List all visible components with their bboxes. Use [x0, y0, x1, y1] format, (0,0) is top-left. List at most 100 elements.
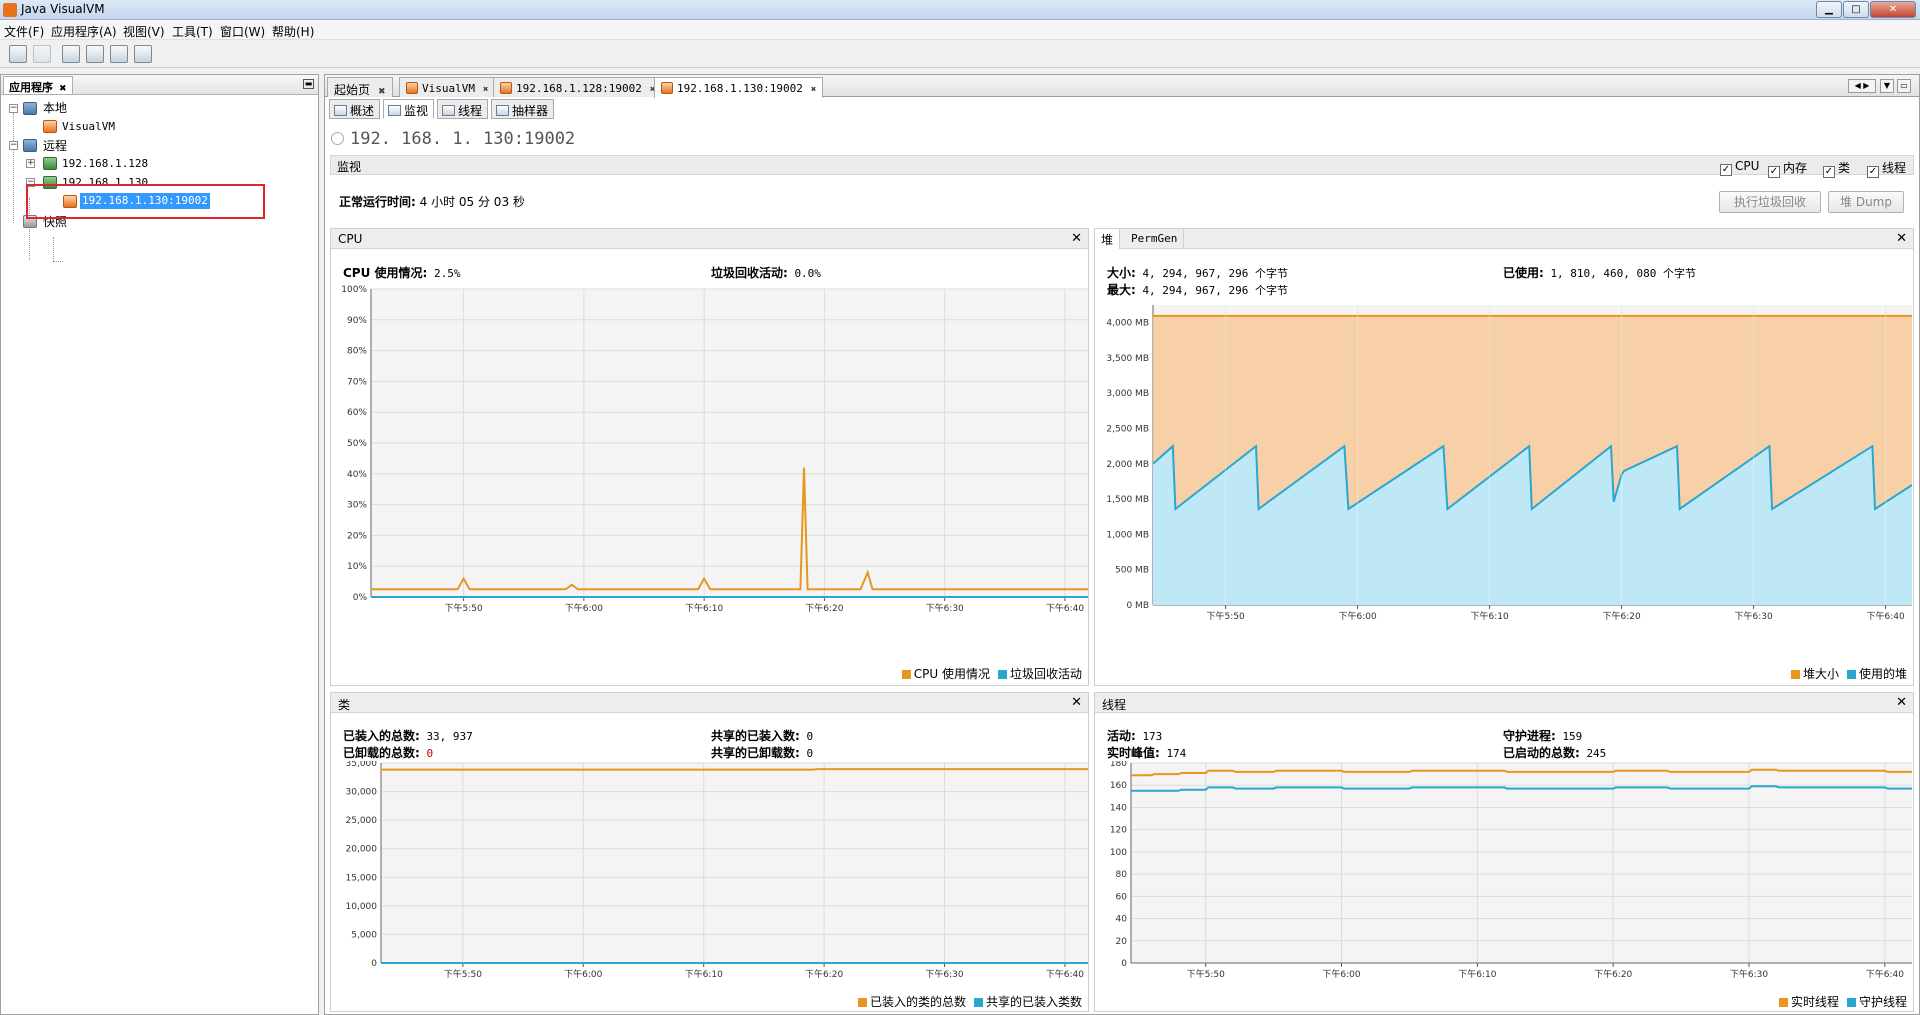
maximize-button[interactable]: □ [1843, 1, 1869, 18]
plot-area [1131, 763, 1912, 963]
add-jmx-connection-icon[interactable] [86, 45, 104, 63]
x-tick-label: 下午6:30 [1734, 610, 1772, 622]
checkbox-cpu[interactable]: ✓ CPU [1720, 159, 1759, 176]
tab-heap[interactable]: 堆 [1095, 229, 1121, 249]
tab-label: 192.168.1.128:19002 [516, 82, 642, 95]
close-tab-icon[interactable]: ✖ [483, 85, 488, 95]
y-tick-label: 60 [1116, 892, 1128, 902]
legend-swatch [857, 998, 867, 1007]
x-tick-label: 下午6:30 [1730, 968, 1768, 980]
close-panel-icon[interactable]: ✕ [1071, 231, 1082, 246]
menu-help[interactable]: 帮助(H) [272, 23, 314, 40]
maximize-panel-icon[interactable]: ▭ [1897, 79, 1911, 93]
y-tick-label: 500 MB [1115, 566, 1149, 576]
legend-swatch [1778, 998, 1788, 1007]
checkbox-icon: ✓ [1823, 166, 1835, 178]
y-tick-label: 20% [347, 531, 367, 541]
classes-legend: 已装入的类的总数 共享的已装入类数 [850, 993, 1082, 1010]
menu-applications[interactable]: 应用程序(A) [51, 23, 117, 40]
applications-tab[interactable]: 应用程序 ✖ [3, 76, 73, 94]
x-tick-label: 下午5:50 [444, 968, 482, 980]
uptime-value: 4 小时 05 分 03 秒 [419, 195, 525, 209]
heap-used-label: 已使用: [1503, 266, 1544, 280]
cpu-panel-header: CPU ✕ [331, 229, 1088, 249]
remote-host-icon [43, 157, 57, 170]
close-panel-icon[interactable]: ✕ [1896, 231, 1907, 246]
scroll-tabs-icon[interactable]: ◀ ▶ [1848, 79, 1876, 93]
perform-gc-button[interactable]: 执行垃圾回收 [1719, 191, 1821, 213]
checkbox-icon: ✓ [1768, 166, 1780, 178]
legend-shared-classes: 共享的已装入类数 [985, 995, 1082, 1009]
expand-host-icon[interactable]: + [26, 159, 35, 168]
close-tab-icon[interactable]: ✖ [59, 84, 67, 94]
tab-sampler[interactable]: 抽样器 [491, 99, 555, 119]
collapse-remote-icon[interactable]: − [9, 141, 18, 150]
tab-overview[interactable]: 概述 [329, 99, 381, 119]
add-core-dump-icon[interactable] [110, 45, 128, 63]
document-tabs: 起始页 ✖ VisualVM ✖ 192.168.1.128:19002 ✖ 192.… [325, 75, 1919, 98]
collapse-local-icon[interactable]: − [9, 104, 18, 113]
menu-window[interactable]: 窗口(W) [220, 23, 265, 40]
visualvm-app-icon [3, 3, 17, 17]
tree-local[interactable]: 本地 [43, 100, 67, 116]
y-tick-label: 2,000 MB [1106, 460, 1149, 470]
checkbox-memory[interactable]: ✓ 内存 [1768, 159, 1807, 178]
x-tick-label: 下午6:20 [805, 968, 843, 980]
threads-chart: 0 20 40 60 80 100 120 140 160 180 下午5:50 下午6:00 下午6:… [1110, 761, 1912, 980]
legend-cpu-usage: CPU 使用情况 [913, 667, 990, 681]
tab-list-icon[interactable]: ▼ [1880, 79, 1894, 93]
close-window-button[interactable]: ✕ [1870, 1, 1916, 18]
threads-live-label: 活动: [1107, 729, 1136, 743]
cpu-panel-title: CPU [338, 232, 363, 246]
classes-unloaded: 已卸载的总数: 0 [343, 744, 433, 761]
x-tick-label: 下午6:20 [1602, 610, 1640, 622]
y-tick-label: 0 [371, 959, 377, 969]
heap-legend: 堆大小 使用的堆 [1783, 665, 1907, 682]
minimize-button[interactable]: ▁ [1816, 1, 1842, 18]
close-tab-icon[interactable]: ✖ [378, 87, 386, 97]
tab-host-128[interactable]: 192.168.1.128:19002 ✖ [493, 77, 663, 97]
close-panel-icon[interactable]: ✕ [1071, 695, 1082, 710]
x-tick-label: 下午6:30 [925, 968, 963, 980]
window-title: Java VisualVM [21, 2, 105, 16]
classes-loaded-label: 已装入的总数: [343, 729, 420, 743]
heap-max-label: 最大: [1107, 283, 1136, 297]
tab-label: 线程 [458, 104, 483, 118]
shared-loaded: 共享的已装入数: 0 [711, 727, 813, 744]
tab-start-page[interactable]: 起始页 ✖ [327, 77, 393, 97]
x-tick-label: 下午6:40 [1046, 602, 1084, 614]
open-snapshot-icon[interactable] [9, 45, 27, 63]
y-tick-label: 0 [1121, 959, 1127, 969]
y-tick-label: 10,000 [346, 902, 378, 912]
tree-local-visualvm[interactable]: VisualVM [62, 119, 115, 135]
menu-tools[interactable]: 工具(T) [172, 23, 213, 40]
checkbox-classes[interactable]: ✓ 类 [1823, 159, 1850, 178]
menu-file[interactable]: 文件(F) [4, 23, 44, 40]
close-panel-icon[interactable]: ✕ [1896, 695, 1907, 710]
tree-remote[interactable]: 远程 [43, 138, 67, 154]
checkbox-icon: ✓ [1867, 166, 1879, 178]
x-tick-label: 下午6:10 [685, 602, 723, 614]
add-snapshot-icon[interactable] [134, 45, 152, 63]
legend-used-heap: 使用的堆 [1858, 667, 1907, 681]
checkbox-threads[interactable]: ✓ 线程 [1867, 159, 1906, 178]
tab-visualvm[interactable]: VisualVM ✖ [399, 77, 496, 97]
heap-dump-button[interactable]: 堆 Dump [1828, 191, 1904, 213]
tab-host-130[interactable]: 192.168.1.130:19002 ✖ [654, 77, 824, 98]
close-tab-icon[interactable]: ✖ [811, 85, 816, 95]
minimize-panel-icon[interactable]: ▬ [303, 79, 314, 89]
y-tick-label: 30% [347, 501, 367, 511]
save-snapshot-icon[interactable] [33, 45, 51, 63]
y-tick-label: 80% [347, 347, 367, 357]
menu-view[interactable]: 视图(V) [123, 23, 165, 40]
tab-monitor[interactable]: 监视 [383, 99, 435, 119]
tree-host-128[interactable]: 192.168.1.128 [62, 156, 148, 172]
threads-peak-label: 实时峰值: [1107, 746, 1160, 760]
tab-threads[interactable]: 线程 [437, 99, 489, 119]
view-tabs: 概述 监视 线程 抽样器 [325, 99, 1919, 119]
tab-permgen[interactable]: PermGen [1125, 229, 1185, 249]
classes-unloaded-label: 已卸载的总数: [343, 746, 420, 760]
legend-heap-size: 堆大小 [1802, 667, 1839, 681]
add-remote-host-icon[interactable] [62, 45, 80, 63]
x-tick-label: 下午6:00 [1322, 968, 1360, 980]
